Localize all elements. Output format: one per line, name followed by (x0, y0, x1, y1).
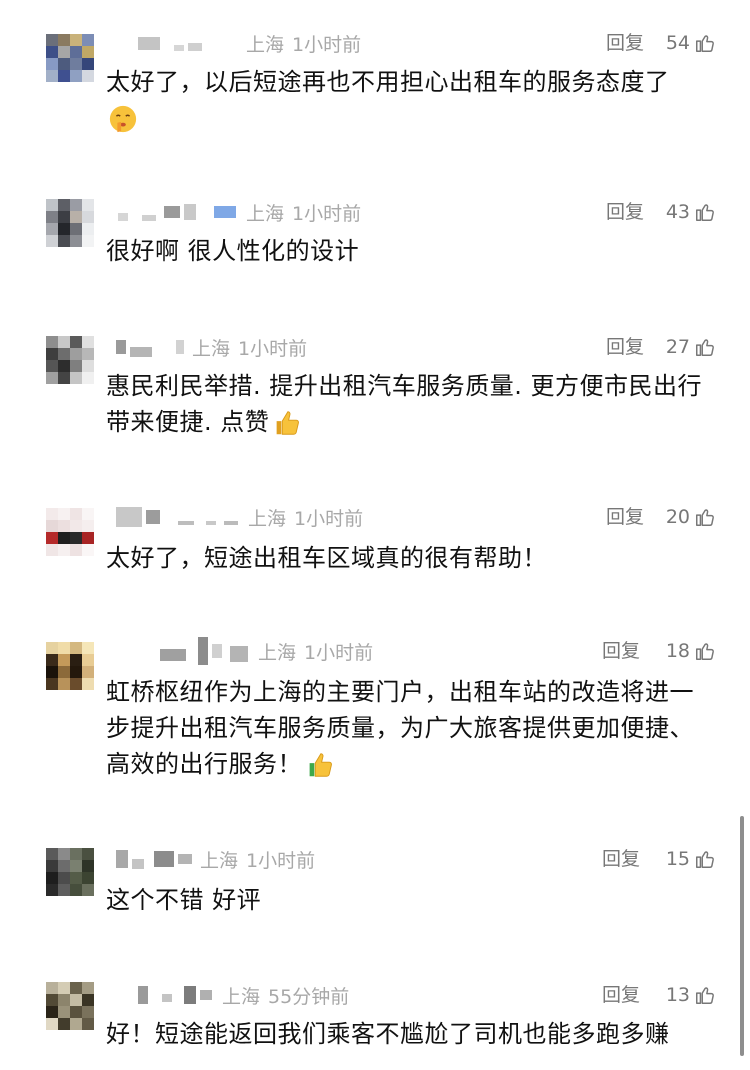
thumbs-up-icon (309, 753, 332, 777)
reply-button[interactable]: 回复 (606, 197, 644, 227)
comment-location: 上海 (222, 985, 261, 1008)
comment-time: 1小时前 (294, 507, 364, 530)
scrollbar[interactable] (740, 816, 744, 1056)
avatar[interactable] (46, 642, 94, 690)
reply-button[interactable]: 回复 (602, 844, 640, 874)
comment-meta: 上海 1小时前 (138, 28, 361, 58)
comment-time: 55分钟前 (268, 985, 350, 1008)
comment-time: 1小时前 (238, 337, 308, 360)
reply-button[interactable]: 回复 (606, 28, 644, 58)
comment-time: 1小时前 (292, 33, 362, 56)
thumbs-up-outline-icon (696, 204, 714, 221)
avatar[interactable] (46, 508, 94, 556)
thumbs-up-outline-icon (696, 509, 714, 526)
username-blurred[interactable] (138, 35, 202, 51)
comment-location: 上海 (200, 849, 239, 872)
like-count: 13 (665, 984, 690, 1006)
username-blurred[interactable] (160, 637, 248, 665)
like-count: 27 (665, 336, 690, 358)
comment-time: 1小时前 (246, 849, 316, 872)
username-blurred[interactable] (116, 849, 192, 869)
comment-text: 很好啊 很人性化的设计 (106, 237, 360, 265)
thumbs-up-outline-icon (696, 987, 714, 1004)
like-count: 15 (665, 848, 690, 870)
like-button[interactable]: 27 (666, 332, 716, 362)
like-count: 18 (665, 640, 690, 662)
thumbs-up-icon (276, 411, 300, 435)
username-blurred[interactable] (116, 507, 238, 527)
thumbs-up-outline-icon (696, 851, 714, 868)
comment-text: 好！短途能返回我们乘客不尴尬了司机也能多跑多赚 (106, 1020, 670, 1048)
comment-meta: 上海 55分钟前 (138, 980, 349, 1010)
thumbs-up-outline-icon (696, 35, 714, 52)
username-blurred[interactable] (118, 203, 236, 221)
username-blurred[interactable] (138, 986, 212, 1004)
like-button[interactable]: 15 (666, 844, 716, 874)
comment-time: 1小时前 (292, 202, 362, 225)
reply-button[interactable]: 回复 (602, 636, 640, 666)
comment-location: 上海 (246, 202, 285, 225)
like-button[interactable]: 43 (666, 197, 716, 227)
username-blurred[interactable] (116, 337, 184, 357)
thumbs-up-outline-icon (696, 339, 714, 356)
comment-time: 1小时前 (304, 641, 374, 664)
avatar[interactable] (46, 336, 94, 384)
avatar[interactable] (46, 199, 94, 247)
comment-text-content: 虹桥枢纽作为上海的主要门户，出租车站的改造将进一步提升出租汽车服务质量，为广大旅… (106, 678, 694, 778)
like-button[interactable]: 18 (666, 636, 716, 666)
like-button[interactable]: 20 (666, 502, 716, 532)
comment-location: 上海 (258, 641, 297, 664)
like-button[interactable]: 13 (666, 980, 716, 1010)
comment-location: 上海 (248, 507, 287, 530)
avatar[interactable] (46, 34, 94, 82)
comment-text: 虹桥枢纽作为上海的主要门户，出租车站的改造将进一步提升出租汽车服务质量，为广大旅… (106, 674, 716, 782)
reply-button[interactable]: 回复 (606, 502, 644, 532)
like-count: 43 (665, 201, 690, 223)
like-button[interactable]: 54 (666, 28, 716, 58)
comment-meta: 上海 1小时前 (118, 197, 361, 227)
shushing-face-icon (109, 105, 137, 133)
thumbs-up-outline-icon (696, 643, 714, 660)
comment-text: 这个不错 好评 (106, 886, 262, 914)
comment-meta: 上海 1小时前 (116, 332, 307, 362)
comment-meta: 上海 1小时前 (160, 636, 373, 666)
comment-text: 惠民利民举措. 提升出租汽车服务质量. 更方便市民出行带来便捷. 点赞 (106, 368, 716, 440)
comment-text-content: 惠民利民举措. 提升出租汽车服务质量. 更方便市民出行带来便捷. 点赞 (106, 372, 703, 436)
like-count: 20 (665, 506, 690, 528)
comment-text-content: 太好了，以后短途再也不用担心出租车的服务态度了 (106, 68, 670, 96)
avatar[interactable] (46, 848, 94, 896)
avatar[interactable] (46, 982, 94, 1030)
comment-meta: 上海 1小时前 (116, 844, 315, 874)
like-count: 54 (665, 32, 690, 54)
comment-location: 上海 (246, 33, 285, 56)
reply-button[interactable]: 回复 (606, 332, 644, 362)
comment-text: 太好了，短途出租车区域真的很有帮助！ (106, 544, 547, 572)
comment-meta: 上海 1小时前 (116, 502, 363, 532)
comment-location: 上海 (192, 337, 231, 360)
comment-text: 太好了，以后短途再也不用担心出租车的服务态度了 (106, 64, 716, 136)
reply-button[interactable]: 回复 (602, 980, 640, 1010)
